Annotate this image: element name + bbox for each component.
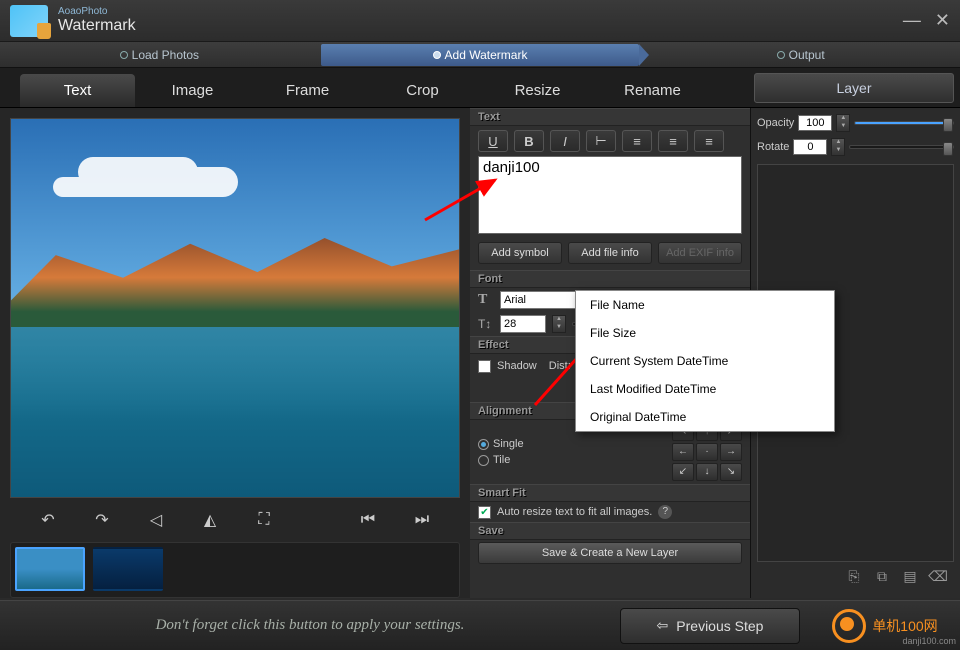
hint-text: Don't forget click this button to apply … bbox=[0, 617, 620, 634]
thumbnail-1[interactable] bbox=[15, 547, 85, 591]
menu-file-name[interactable]: File Name bbox=[576, 291, 834, 319]
layer-panel-title: Layer bbox=[754, 73, 954, 103]
step-load-photos[interactable]: Load Photos bbox=[0, 48, 319, 62]
align-right-button[interactable]: ≡ bbox=[694, 130, 724, 152]
opacity-label: Opacity bbox=[757, 117, 794, 129]
menu-current-datetime[interactable]: Current System DateTime bbox=[576, 347, 834, 375]
help-icon[interactable]: ? bbox=[658, 505, 672, 519]
section-smartfit: Smart Fit bbox=[470, 484, 750, 502]
align-c[interactable]: · bbox=[696, 443, 718, 461]
bottom-bar: Don't forget click this button to apply … bbox=[0, 600, 960, 650]
add-symbol-button[interactable]: Add symbol bbox=[478, 242, 562, 264]
add-exif-info-button[interactable]: Add EXIF info bbox=[658, 242, 742, 264]
tab-crop[interactable]: Crop bbox=[365, 74, 480, 107]
tab-frame[interactable]: Frame bbox=[250, 74, 365, 107]
next-image-icon[interactable]: ⏭ bbox=[410, 508, 434, 532]
step-output[interactable]: Output bbox=[641, 48, 960, 62]
rotate-stepper[interactable]: ▲▼ bbox=[831, 138, 845, 156]
app-title-block: AoaoPhoto Watermark bbox=[58, 6, 136, 35]
section-save: Save bbox=[470, 522, 750, 540]
align-s[interactable]: ↓ bbox=[696, 463, 718, 481]
single-radio[interactable] bbox=[478, 439, 489, 450]
preview-image bbox=[10, 118, 460, 498]
aux-brand: 单机100网 danji100.com bbox=[810, 608, 960, 644]
thumbnail-2[interactable] bbox=[93, 547, 163, 591]
bold-button[interactable]: B bbox=[514, 130, 544, 152]
brand-logo-icon bbox=[832, 609, 866, 643]
close-icon[interactable]: ✕ bbox=[935, 10, 950, 31]
opacity-value[interactable]: 100 bbox=[798, 115, 832, 131]
align-se[interactable]: ↘ bbox=[720, 463, 742, 481]
step-add-watermark[interactable]: Add Watermark bbox=[321, 44, 640, 66]
watermark-text-input[interactable] bbox=[478, 156, 742, 234]
opacity-slider[interactable] bbox=[854, 121, 954, 125]
app-name-large: Watermark bbox=[58, 17, 136, 35]
tab-rename[interactable]: Rename bbox=[595, 74, 710, 107]
section-text: Text bbox=[470, 108, 750, 126]
flip-h-icon[interactable]: ◁ bbox=[144, 508, 168, 532]
fullscreen-icon[interactable]: ⛶ bbox=[252, 508, 276, 532]
rotate-slider[interactable] bbox=[849, 145, 954, 149]
prev-image-icon[interactable]: ⏮ bbox=[356, 508, 380, 532]
rotate-label: Rotate bbox=[757, 141, 789, 153]
previous-step-button[interactable]: ⇦ Previous Step bbox=[620, 608, 800, 644]
titlebar: AoaoPhoto Watermark — ✕ bbox=[0, 0, 960, 42]
step-bar: Load Photos Add Watermark Output bbox=[0, 42, 960, 68]
tile-radio[interactable] bbox=[478, 455, 489, 466]
layer-folder-icon[interactable]: ▤ bbox=[900, 568, 920, 586]
autofit-label: Auto resize text to fit all images. bbox=[497, 506, 652, 518]
menu-file-size[interactable]: File Size bbox=[576, 319, 834, 347]
flip-v-icon[interactable]: ◭ bbox=[198, 508, 222, 532]
preview-toolbar: ↶ ↷ ◁ ◭ ⛶ ⏮ ⏭ bbox=[10, 498, 460, 542]
align-e[interactable]: → bbox=[720, 443, 742, 461]
align-w[interactable]: ← bbox=[672, 443, 694, 461]
single-label: Single bbox=[493, 438, 524, 450]
align-left-button[interactable]: ≡ bbox=[622, 130, 652, 152]
tab-text[interactable]: Text bbox=[20, 74, 135, 107]
app-icon bbox=[10, 5, 48, 37]
strike-button[interactable]: ⊢ bbox=[586, 130, 616, 152]
section-font: Font bbox=[470, 270, 750, 288]
arrow-left-icon: ⇦ bbox=[657, 617, 669, 634]
annotation-arrow-1 bbox=[420, 175, 510, 228]
opacity-stepper[interactable]: ▲▼ bbox=[836, 114, 850, 132]
tab-resize[interactable]: Resize bbox=[480, 74, 595, 107]
layer-delete-icon[interactable]: ⌫ bbox=[928, 568, 948, 586]
shadow-checkbox[interactable] bbox=[478, 360, 491, 373]
tabs-row: Text Image Frame Crop Resize Rename Laye… bbox=[0, 68, 960, 108]
minimize-icon[interactable]: — bbox=[903, 10, 921, 31]
rotate-value[interactable]: 0 bbox=[793, 139, 827, 155]
preview-column: ↶ ↷ ◁ ◭ ⛶ ⏮ ⏭ bbox=[0, 108, 470, 598]
align-sw[interactable]: ↙ bbox=[672, 463, 694, 481]
thumbnail-strip bbox=[10, 542, 460, 598]
menu-modified-datetime[interactable]: Last Modified DateTime bbox=[576, 375, 834, 403]
font-size-icon: T↕ bbox=[478, 317, 494, 331]
layer-dup-icon[interactable]: ⧉ bbox=[872, 568, 892, 586]
autofit-checkbox[interactable]: ✔ bbox=[478, 506, 491, 519]
save-layer-button[interactable]: Save & Create a New Layer bbox=[478, 542, 742, 564]
tab-image[interactable]: Image bbox=[135, 74, 250, 107]
tile-label: Tile bbox=[493, 454, 510, 466]
menu-original-datetime[interactable]: Original DateTime bbox=[576, 403, 834, 431]
underline-button[interactable]: U bbox=[478, 130, 508, 152]
align-center-button[interactable]: ≡ bbox=[658, 130, 688, 152]
app-name-small: AoaoPhoto bbox=[58, 6, 136, 17]
italic-button[interactable]: I bbox=[550, 130, 580, 152]
rotate-right-icon[interactable]: ↷ bbox=[90, 508, 114, 532]
rotate-left-icon[interactable]: ↶ bbox=[36, 508, 60, 532]
font-icon: T bbox=[478, 292, 494, 308]
file-info-menu: File Name File Size Current System DateT… bbox=[575, 290, 835, 432]
layer-new-icon[interactable]: ⎘ bbox=[844, 568, 864, 586]
add-file-info-button[interactable]: Add file info bbox=[568, 242, 652, 264]
